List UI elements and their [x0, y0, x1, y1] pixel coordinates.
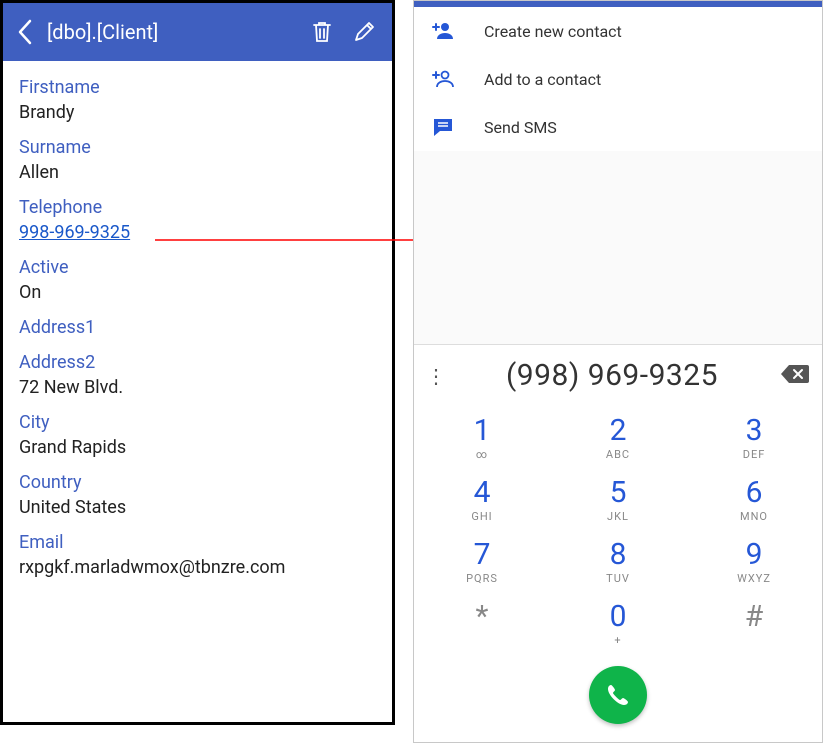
- edit-button[interactable]: [350, 21, 378, 43]
- dialpad-key-num: 4: [414, 478, 550, 508]
- dialpad-key-num: *: [414, 602, 550, 632]
- action-label: Send SMS: [484, 118, 557, 137]
- backspace-button[interactable]: [780, 363, 810, 389]
- field-value-city: Grand Rapids: [19, 437, 376, 458]
- dialpad-key-sub: TUV: [550, 572, 686, 586]
- dialpad-key-sub: +: [550, 634, 686, 648]
- action-label: Add to a contact: [484, 70, 601, 89]
- person-add-outline-icon: [430, 69, 456, 89]
- dialpad-key-sub: DEF: [686, 448, 822, 462]
- dialpad-key-8[interactable]: 8 TUV: [550, 530, 686, 592]
- field-value-email: rxpgkf.marladwmox@tbnzre.com: [19, 557, 376, 578]
- field-label-firstname: Firstname: [19, 71, 376, 98]
- field-label-telephone: Telephone: [19, 191, 376, 218]
- dialpad-key-num: 9: [686, 540, 822, 570]
- dialpad-key-num: 0: [550, 602, 686, 632]
- field-label-address2: Address2: [19, 346, 376, 373]
- dialpad-key-#[interactable]: #: [686, 592, 822, 654]
- back-button[interactable]: [17, 19, 33, 45]
- dialpad-key-sub: [686, 634, 822, 648]
- dialpad-key-sub: MNO: [686, 510, 822, 524]
- field-value-firstname: Brandy: [19, 102, 376, 123]
- dialpad-key-num: 3: [686, 416, 822, 446]
- dialpad: 1∞2ABC3DEF4GHI5JKL6MNO7PQRS8TUV9WXYZ*0+#: [414, 406, 822, 654]
- dialpad-key-num: 7: [414, 540, 550, 570]
- delete-button[interactable]: [308, 21, 336, 43]
- call-row: [414, 654, 822, 742]
- field-label-active: Active: [19, 251, 376, 278]
- dialpad-key-sub: WXYZ: [686, 572, 822, 586]
- dialpad-key-2[interactable]: 2 ABC: [550, 406, 686, 468]
- empty-space: [414, 151, 822, 344]
- field-label-city: City: [19, 406, 376, 433]
- dialpad-key-num: 2: [550, 416, 686, 446]
- action-add-to-contact[interactable]: Add to a contact: [414, 55, 822, 103]
- dialpad-key-sub: ∞: [414, 448, 550, 462]
- number-display-bar: ⋮ (998) 969-9325: [414, 344, 822, 406]
- action-create-contact[interactable]: Create new contact: [414, 7, 822, 55]
- dialpad-key-num: #: [686, 602, 822, 632]
- field-value-address2: 72 New Blvd.: [19, 377, 376, 398]
- dialer-panel: Create new contact Add to a contact Send…: [413, 0, 823, 743]
- dialpad-key-sub: ABC: [550, 448, 686, 462]
- call-button[interactable]: [589, 666, 647, 724]
- dialpad-key-num: 6: [686, 478, 822, 508]
- action-label: Create new contact: [484, 22, 622, 41]
- dialpad-key-7[interactable]: 7 PQRS: [414, 530, 550, 592]
- dialpad-key-0[interactable]: 0+: [550, 592, 686, 654]
- header-title: [dbo].[Client]: [47, 20, 294, 44]
- field-label-surname: Surname: [19, 131, 376, 158]
- dialpad-key-5[interactable]: 5 JKL: [550, 468, 686, 530]
- field-label-address1: Address1: [19, 311, 376, 338]
- header-bar: [dbo].[Client]: [3, 3, 392, 61]
- action-send-sms[interactable]: Send SMS: [414, 103, 822, 151]
- dialed-number: (998) 969-9325: [456, 358, 768, 393]
- fields-list: Firstname Brandy Surname Allen Telephone…: [3, 61, 392, 596]
- person-add-icon: [430, 21, 456, 41]
- dialpad-key-num: 1: [414, 416, 550, 446]
- telephone-link[interactable]: 998-969-9325: [19, 222, 130, 243]
- field-value-surname: Allen: [19, 162, 376, 183]
- dialpad-key-4[interactable]: 4 GHI: [414, 468, 550, 530]
- dialpad-key-sub: JKL: [550, 510, 686, 524]
- dialpad-key-sub: [414, 634, 550, 648]
- dialpad-key-num: 8: [550, 540, 686, 570]
- record-detail-panel: [dbo].[Client] Firstname Brandy Surname …: [0, 0, 395, 725]
- dialpad-key-num: 5: [550, 478, 686, 508]
- dialpad-key-9[interactable]: 9 WXYZ: [686, 530, 822, 592]
- message-icon: [430, 117, 456, 137]
- field-label-country: Country: [19, 466, 376, 493]
- more-options-button[interactable]: ⋮: [426, 364, 444, 388]
- field-label-email: Email: [19, 526, 376, 553]
- dialpad-key-sub: PQRS: [414, 572, 550, 586]
- dialpad-key-sub: GHI: [414, 510, 550, 524]
- dialpad-key-1[interactable]: 1∞: [414, 406, 550, 468]
- dialpad-key-*[interactable]: *: [414, 592, 550, 654]
- field-value-active: On: [19, 282, 376, 303]
- dialpad-key-6[interactable]: 6 MNO: [686, 468, 822, 530]
- dialpad-key-3[interactable]: 3 DEF: [686, 406, 822, 468]
- field-value-country: United States: [19, 497, 376, 518]
